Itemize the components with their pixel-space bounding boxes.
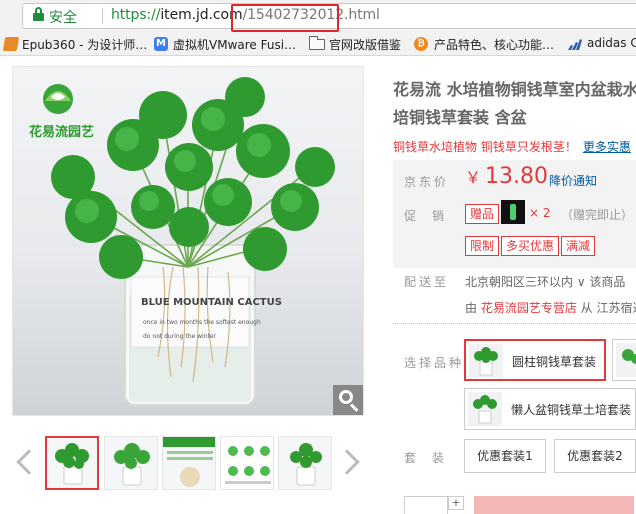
url-scheme: https:// bbox=[111, 7, 161, 23]
gift-quantity: × 2 bbox=[529, 206, 551, 220]
price-box: 京东价 ￥ 13.80 降价通知 促销 赠品 × 2 （赠完即止） 限制 多买优惠… bbox=[393, 160, 636, 268]
thumbnail-info-image bbox=[163, 437, 215, 487]
option-label-text: 懒人盆铜钱草土培套装 bbox=[511, 403, 632, 417]
thumbnail-plant-image bbox=[55, 443, 89, 485]
price-amount: 13.80 bbox=[485, 164, 548, 189]
browser-toolbar: 安全 https://item.jd.com/15402732012.html bbox=[0, 0, 636, 32]
ship-label: 配送至 bbox=[404, 275, 450, 289]
option-thumb bbox=[469, 344, 503, 378]
promo-tag-discount[interactable]: 满减 bbox=[561, 236, 596, 256]
option-label: 选择品种 bbox=[404, 356, 465, 370]
bookmark-epub360[interactable]: Epub360 - 为设计师… bbox=[22, 36, 147, 53]
bookmark-adidas[interactable]: adidas C bbox=[587, 36, 636, 50]
thumbnail-prev-button[interactable] bbox=[14, 446, 42, 480]
folder-icon bbox=[309, 36, 325, 50]
promo-tag-limit[interactable]: 限制 bbox=[465, 236, 500, 256]
option-thumb bbox=[616, 343, 636, 377]
price-notify-link[interactable]: 降价通知 bbox=[549, 172, 597, 189]
bookmark-features[interactable]: 产品特色、核心功能… bbox=[434, 36, 554, 53]
ship-store-line: 由 花易流园艺专营店 从 江苏宿迁 bbox=[465, 299, 636, 316]
option-next-partial[interactable] bbox=[612, 339, 636, 381]
section-divider bbox=[393, 323, 636, 324]
suit-label: 套装 bbox=[404, 451, 461, 465]
thumbnail-next-button[interactable] bbox=[334, 446, 360, 480]
epub-icon bbox=[2, 37, 20, 51]
promo-label: 促销 bbox=[404, 209, 461, 223]
more-deals-link[interactable]: 更多实惠 bbox=[583, 140, 631, 154]
gift-note: （赠完即止） bbox=[561, 208, 634, 222]
product-title: 花易流 水培植物铜钱草室内盆栽水培铜钱草套装 含盆 bbox=[393, 80, 636, 127]
thumbnail-4[interactable] bbox=[220, 436, 274, 490]
thumbnail-plant-image bbox=[290, 443, 322, 486]
promo-tag-multibuy[interactable]: 多买优惠 bbox=[501, 236, 560, 256]
chevron-right-icon bbox=[334, 449, 360, 475]
subtitle-text: 铜钱草水培植物 铜钱草只发根茎！ bbox=[393, 140, 577, 154]
gift-image[interactable] bbox=[501, 200, 525, 224]
address-separator bbox=[102, 8, 103, 24]
option-lazy-pot-set[interactable]: 懒人盆铜钱草土培套装 bbox=[464, 388, 636, 430]
thumbnail-steps-image bbox=[221, 437, 273, 489]
lock-icon bbox=[33, 7, 44, 22]
thumbnail-5[interactable] bbox=[278, 436, 332, 490]
thumbnail-plant-image bbox=[114, 443, 150, 486]
brand-logo bbox=[43, 84, 73, 114]
pot-label-line2: do not during the winter bbox=[143, 333, 217, 340]
suit-option-2[interactable]: 优惠套装2 bbox=[554, 439, 636, 473]
secure-label: 安全 bbox=[49, 10, 77, 26]
plant-illustration bbox=[43, 77, 335, 406]
quantity-increase-button[interactable]: + bbox=[448, 496, 464, 510]
option-label-text: 圆柱铜钱草套装 bbox=[512, 355, 597, 369]
product-main-image[interactable]: 花易流园艺 BLUE MOUNTAIN CACTUS once in two m… bbox=[12, 66, 364, 416]
option-cylinder-set[interactable]: 圆柱铜钱草套装 bbox=[464, 339, 606, 381]
seller-link[interactable]: 花易流园艺专营店 bbox=[481, 301, 577, 315]
address-bar[interactable]: 安全 https://item.jd.com/15402732012.html bbox=[22, 3, 636, 32]
thumbnail-2[interactable] bbox=[104, 436, 158, 490]
brand-logo-text: 花易流园艺 bbox=[29, 125, 95, 140]
price-label: 京东价 bbox=[404, 175, 450, 189]
add-to-cart-button[interactable] bbox=[474, 496, 634, 514]
suit-option-1[interactable]: 优惠套装1 bbox=[464, 439, 546, 473]
b-icon: ₿ bbox=[414, 37, 428, 51]
bookmark-folder[interactable]: 官网改版借鉴 bbox=[329, 36, 401, 53]
ship-suffix: 从 江苏宿迁 bbox=[580, 301, 636, 315]
ship-location-selector[interactable]: 北京朝阳区三环以内 ∨ 该商品 bbox=[465, 273, 625, 290]
price-value: ￥ 13.80 bbox=[465, 164, 548, 189]
adidas-icon bbox=[568, 39, 582, 50]
zoom-icon[interactable] bbox=[333, 385, 363, 415]
pot-label-line1: once in two months the softest enough bbox=[143, 319, 261, 326]
quantity-input[interactable] bbox=[404, 496, 448, 514]
url-path-ext: html bbox=[348, 7, 380, 23]
gift-tag: 赠品 bbox=[465, 204, 500, 224]
pot-label-title: BLUE MOUNTAIN CACTUS bbox=[141, 297, 282, 308]
chevron-left-icon bbox=[16, 449, 42, 475]
thumbnail-1[interactable] bbox=[45, 436, 99, 490]
thumbnail-3[interactable] bbox=[162, 436, 216, 490]
product-subtitle: 铜钱草水培植物 铜钱草只发根茎！ 更多实惠 bbox=[393, 138, 631, 155]
url-highlight-box bbox=[231, 4, 339, 32]
option-thumb bbox=[468, 392, 502, 426]
price-currency: ￥ bbox=[465, 168, 482, 187]
bookmark-vmware[interactable]: 虚拟机VMware Fusi… bbox=[173, 36, 296, 53]
vmware-icon: M bbox=[154, 37, 168, 51]
bookmarks-bar: Epub360 - 为设计师… M 虚拟机VMware Fusi… 官网改版借鉴… bbox=[0, 32, 636, 56]
ship-prefix: 由 bbox=[465, 301, 481, 315]
